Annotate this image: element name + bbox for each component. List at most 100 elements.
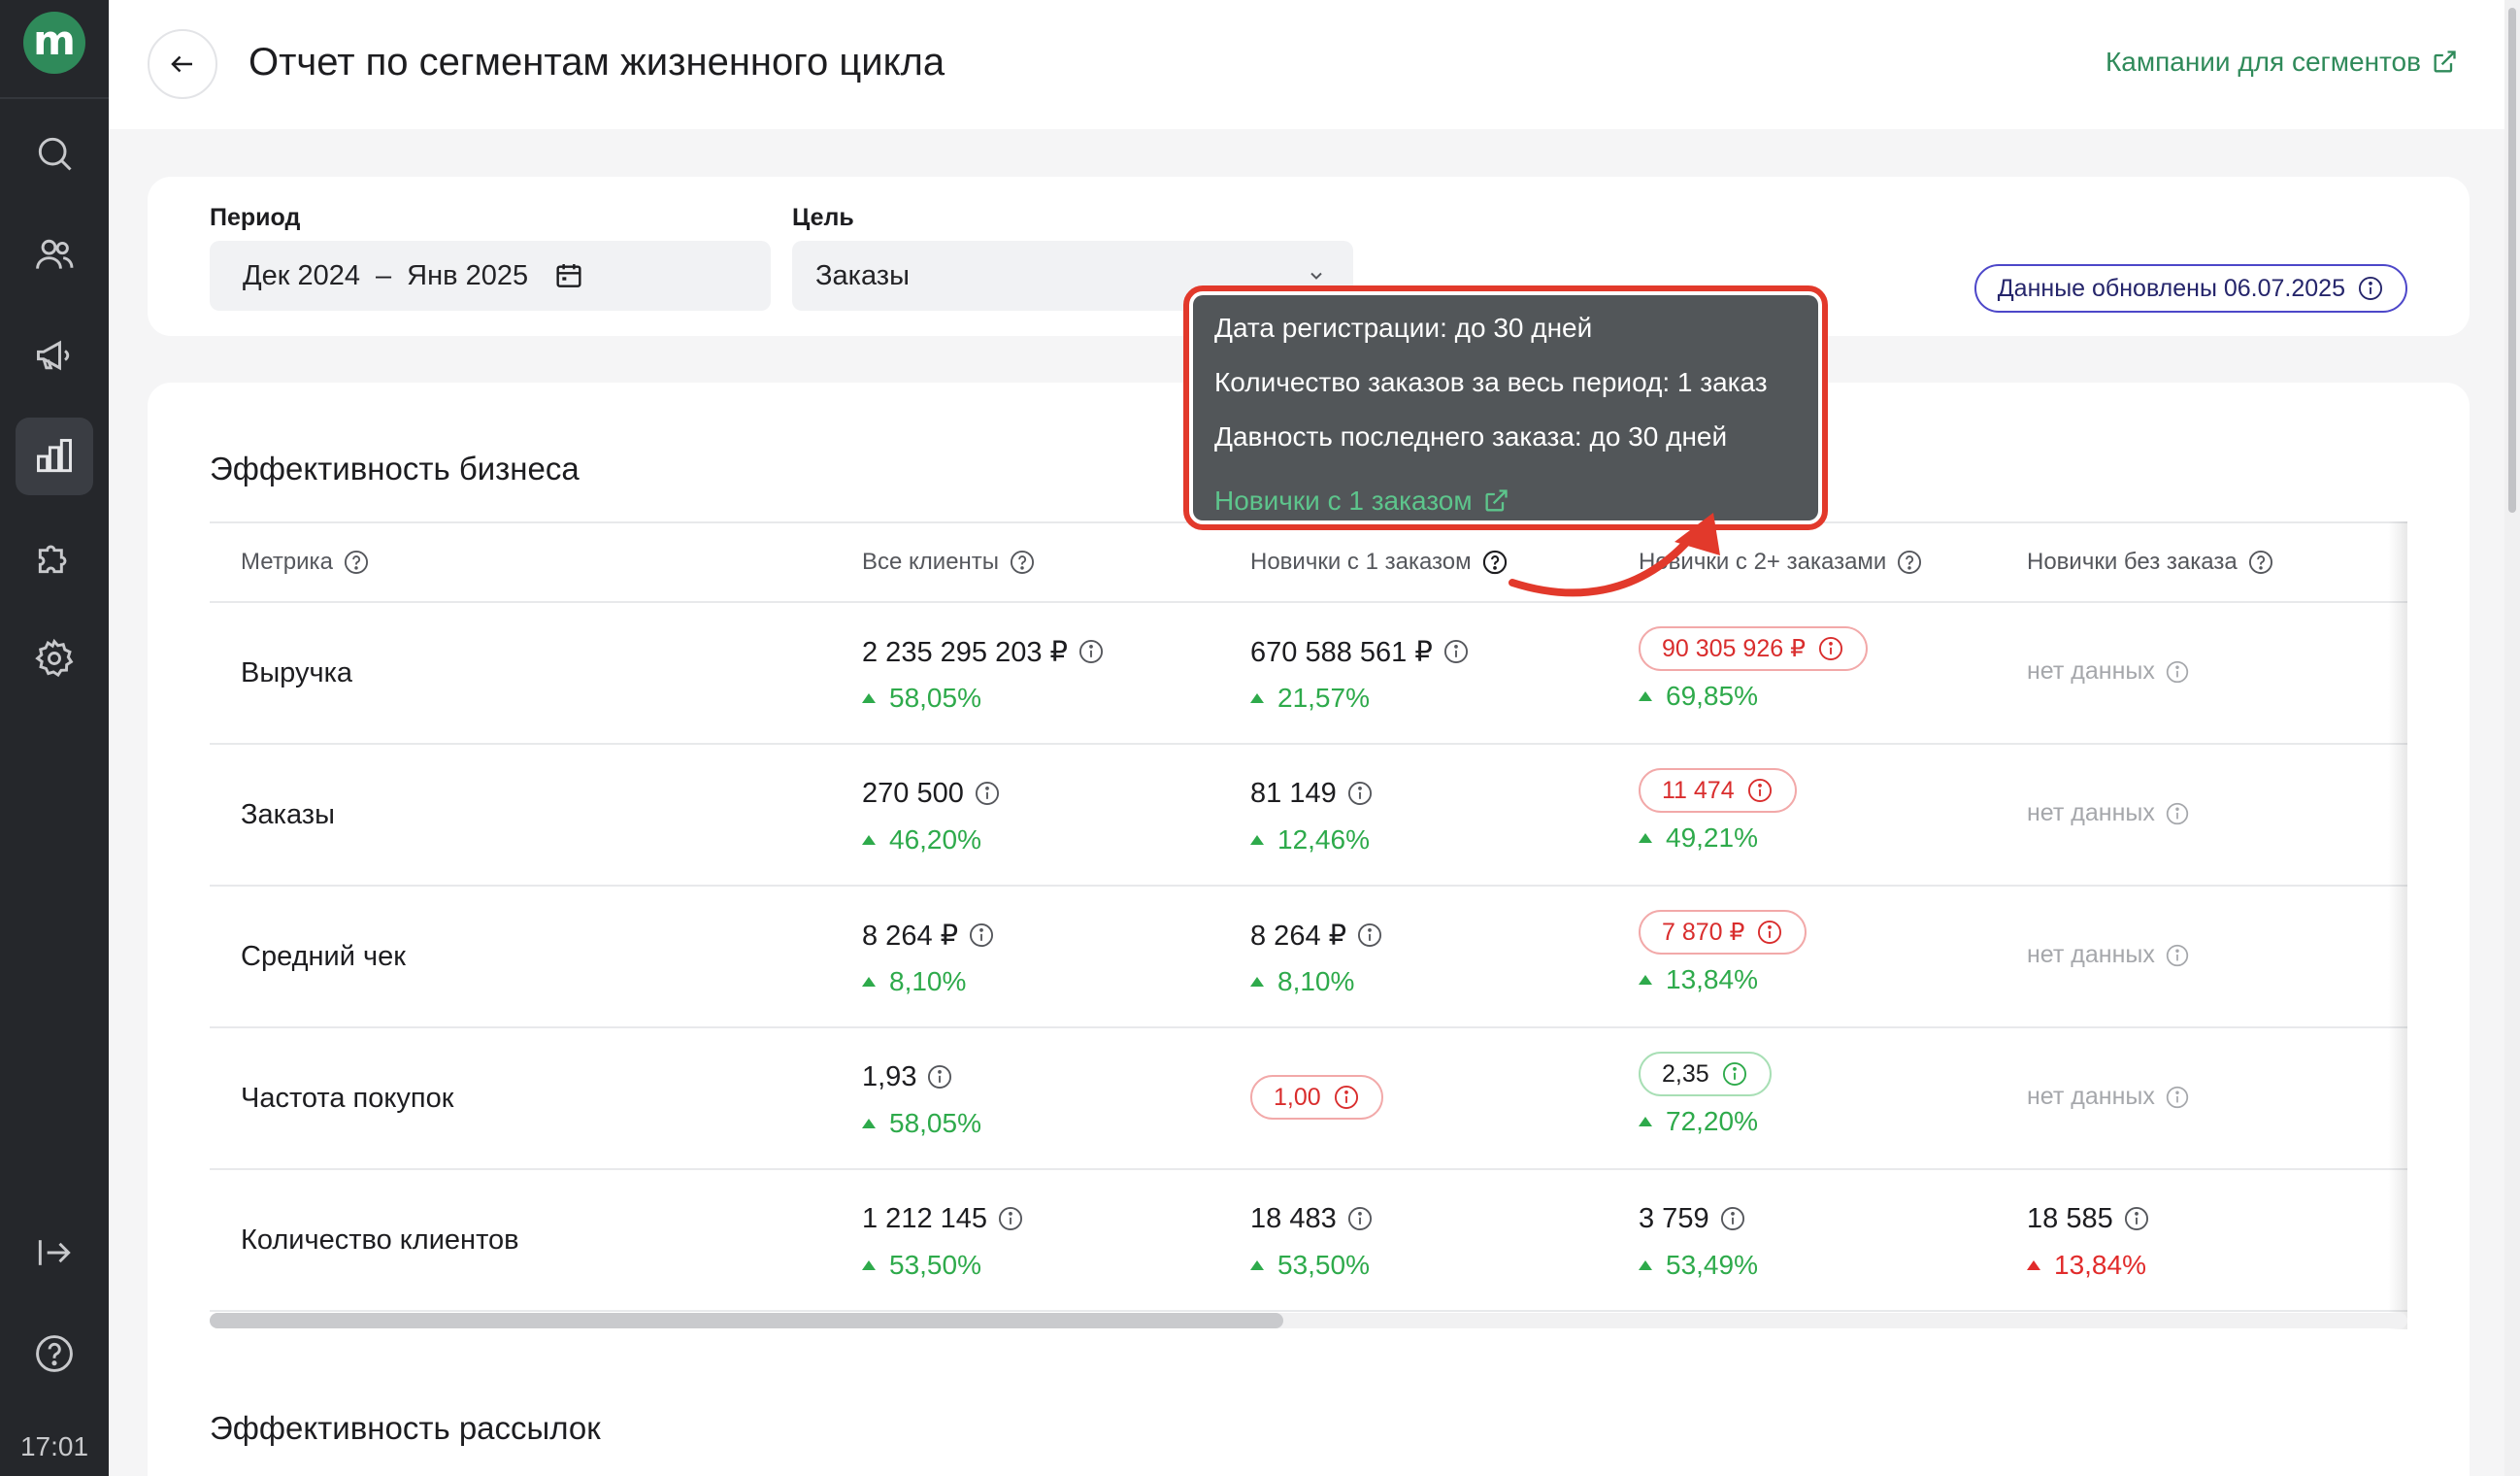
table-row: Выручка 2 235 295 203 ₽ 58,05% 670 588 5… bbox=[210, 603, 2407, 745]
sidebar-item-settings[interactable] bbox=[16, 620, 93, 697]
info-icon[interactable] bbox=[2165, 801, 2190, 826]
page-scrollbar-thumb[interactable] bbox=[2508, 8, 2516, 513]
trend-up-icon bbox=[862, 977, 876, 987]
trend-up-icon bbox=[1639, 833, 1652, 843]
info-icon[interactable] bbox=[1756, 919, 1783, 946]
info-icon[interactable] bbox=[1333, 1084, 1360, 1111]
cell-value: 11 474 bbox=[1662, 776, 1735, 804]
value-pill-negative: 90 305 926 ₽ bbox=[1639, 626, 1868, 671]
info-icon[interactable] bbox=[926, 1063, 953, 1090]
info-icon[interactable] bbox=[1078, 638, 1105, 665]
search-icon bbox=[38, 137, 72, 171]
sidebar-item-help[interactable] bbox=[16, 1315, 93, 1392]
info-icon[interactable] bbox=[1346, 780, 1374, 807]
table-row: Заказы 270 500 46,20% 81 149 12,46% 11 4… bbox=[210, 745, 2407, 887]
business-section-title: Эффективность бизнеса bbox=[210, 451, 580, 486]
calendar-icon bbox=[556, 264, 581, 287]
cell-delta: 12,46% bbox=[1277, 824, 1370, 855]
cell-delta: 69,85% bbox=[1666, 681, 1758, 711]
analytics-icon bbox=[37, 439, 72, 473]
info-icon[interactable] bbox=[2165, 943, 2190, 968]
page-header: Отчет по сегментам жизненного цикла Камп… bbox=[109, 0, 2504, 129]
cell-all-clients: 8 264 ₽ 8,10% bbox=[862, 916, 995, 997]
report-card: Эффективность бизнеса Метрика Все клиент… bbox=[148, 383, 2470, 1476]
trend-down-icon bbox=[2027, 1260, 2040, 1270]
trend-up-icon bbox=[1639, 1117, 1652, 1126]
cell-value: 81 149 bbox=[1250, 777, 1337, 809]
info-icon[interactable] bbox=[1356, 922, 1383, 949]
info-icon[interactable] bbox=[1346, 1205, 1374, 1232]
cell-new-1-order: 670 588 561 ₽ 21,57% bbox=[1250, 632, 1470, 714]
cell-value: 270 500 bbox=[862, 777, 964, 809]
table-row: Частота покупок 1,93 58,05% 1,00 2,35 72… bbox=[210, 1028, 2407, 1170]
info-icon[interactable] bbox=[974, 780, 1001, 807]
segment-tooltip: Дата регистрации: до 30 дней Количество … bbox=[1193, 295, 1818, 520]
value-pill-positive: 2,35 bbox=[1639, 1052, 1772, 1096]
cell-new-1-order: 1,00 bbox=[1250, 1075, 1383, 1120]
help-icon[interactable] bbox=[1009, 549, 1036, 576]
cell-value: 18 483 bbox=[1250, 1202, 1337, 1234]
sidebar-item-logout[interactable] bbox=[16, 1214, 93, 1292]
col-all-clients: Все клиенты bbox=[862, 549, 1036, 576]
info-icon[interactable] bbox=[2357, 275, 2384, 302]
settings-icon bbox=[35, 638, 74, 678]
info-icon[interactable] bbox=[1721, 1060, 1748, 1088]
period-from: Дек 2024 bbox=[243, 259, 361, 291]
app-logo[interactable]: m bbox=[23, 12, 85, 74]
segment-campaigns-link[interactable]: Кампании для сегментов bbox=[2106, 47, 2458, 78]
col-metric: Метрика bbox=[241, 549, 370, 576]
col-all-clients-label: Все клиенты bbox=[862, 549, 1000, 575]
info-icon[interactable] bbox=[1442, 638, 1470, 665]
cell-all-clients: 1 212 145 53,50% bbox=[862, 1199, 1024, 1281]
sidebar-item-integrations[interactable] bbox=[16, 519, 93, 596]
help-icon[interactable] bbox=[343, 549, 370, 576]
cell-delta: 53,50% bbox=[889, 1250, 981, 1280]
metric-name: Количество клиентов bbox=[241, 1224, 519, 1256]
sidebar-item-campaigns[interactable] bbox=[16, 317, 93, 394]
cell-value: 1,93 bbox=[862, 1060, 917, 1092]
period-separator: – bbox=[376, 259, 392, 291]
trend-up-icon bbox=[1639, 691, 1652, 701]
sidebar-item-clients[interactable] bbox=[16, 216, 93, 293]
cell-no-data: нет данных bbox=[2027, 1083, 2190, 1111]
info-icon[interactable] bbox=[997, 1205, 1024, 1232]
info-icon[interactable] bbox=[1746, 777, 1774, 804]
col-new-1-order: Новички с 1 заказом bbox=[1250, 549, 1509, 576]
help-icon[interactable] bbox=[1896, 549, 1923, 576]
cell-new-1-order: 81 149 12,46% bbox=[1250, 774, 1374, 855]
logout-icon bbox=[38, 1240, 71, 1265]
info-icon[interactable] bbox=[2165, 1085, 2190, 1110]
page-scrollbar[interactable] bbox=[2504, 0, 2520, 1476]
info-icon[interactable] bbox=[1817, 635, 1844, 662]
sidebar-item-search[interactable] bbox=[16, 115, 93, 192]
cell-value: 2,35 bbox=[1662, 1059, 1709, 1088]
trend-up-icon bbox=[862, 1119, 876, 1128]
help-icon[interactable] bbox=[2247, 549, 2274, 576]
info-icon[interactable] bbox=[968, 922, 995, 949]
cell-new-1-order: 8 264 ₽ 8,10% bbox=[1250, 916, 1383, 997]
external-link-icon bbox=[2434, 50, 2456, 73]
table-scrollbar-thumb[interactable] bbox=[210, 1313, 1283, 1328]
info-icon[interactable] bbox=[2123, 1205, 2150, 1232]
trend-up-icon bbox=[862, 835, 876, 845]
cell-new-2plus-orders: 90 305 926 ₽ 69,85% bbox=[1639, 626, 1868, 712]
table-scroll-fade bbox=[2388, 521, 2407, 1329]
info-icon[interactable] bbox=[1719, 1205, 1746, 1232]
value-pill-negative: 7 870 ₽ bbox=[1639, 910, 1807, 955]
mailings-section-title: Эффективность рассылок bbox=[210, 1410, 601, 1446]
cell-new-2plus-orders: 3 759 53,49% bbox=[1639, 1199, 1758, 1281]
info-icon[interactable] bbox=[2165, 659, 2190, 685]
value-pill-negative: 11 474 bbox=[1639, 768, 1797, 813]
tooltip-segment-link[interactable]: Новички с 1 заказом bbox=[1214, 486, 1509, 517]
metric-name: Средний чек bbox=[241, 941, 406, 972]
cell-new-no-order: 18 585 13,84% bbox=[2027, 1199, 2150, 1281]
col-metric-label: Метрика bbox=[241, 549, 333, 575]
tooltip-line: Количество заказов за весь период: 1 зак… bbox=[1214, 367, 1768, 397]
table-row: Средний чек 8 264 ₽ 8,10% 8 264 ₽ 8,10% … bbox=[210, 887, 2407, 1028]
sidebar-item-analytics[interactable] bbox=[16, 418, 93, 495]
arrow-left-icon bbox=[171, 55, 192, 73]
chevron-down-icon bbox=[1310, 272, 1322, 280]
period-picker[interactable]: Дек 2024 – Янв 2025 bbox=[210, 241, 771, 311]
table-horizontal-scrollbar[interactable] bbox=[210, 1313, 2407, 1328]
back-button[interactable] bbox=[148, 29, 217, 99]
